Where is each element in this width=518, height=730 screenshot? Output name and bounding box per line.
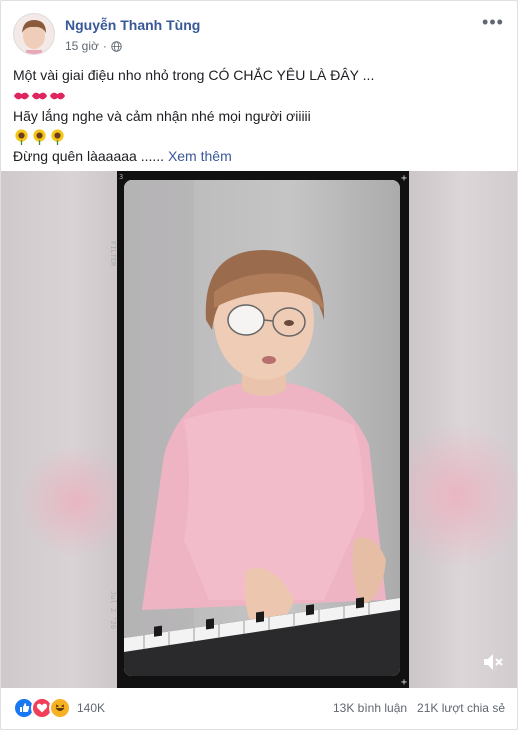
post-meta: 15 giờ · — [65, 39, 122, 53]
sunflower-icon — [51, 128, 64, 145]
post-line-3: Đừng quên làaaaaa ...... Xem thêm — [13, 146, 505, 167]
frame-corner-plus-br: + — [400, 677, 407, 688]
video-player[interactable]: 3 FILTER Jul 2 '20 + + — [1, 171, 517, 688]
video-blur-right — [397, 171, 517, 688]
post-line-2: Hãy lắng nghe và cảm nhận nhé mọi người … — [13, 107, 311, 124]
comments-count[interactable]: 13K bình luận — [333, 701, 407, 715]
sunflower-icon — [15, 128, 28, 145]
video-frame[interactable]: 3 FILTER Jul 2 '20 + + — [109, 171, 409, 688]
author-name[interactable]: Nguyễn Thanh Tùng — [65, 17, 200, 33]
video-blur-left — [1, 171, 131, 688]
post-text: Một vài giai điệu nho nhỏ trong CÓ CHẮC … — [13, 65, 505, 167]
post-footer: 140K 13K bình luận 21K lượt chia sẻ — [13, 697, 505, 719]
post-line-1: Một vài giai điệu nho nhỏ trong CÓ CHẮC … — [13, 67, 375, 83]
reactions-summary[interactable]: 140K — [13, 697, 105, 719]
dot-separator: · — [102, 39, 107, 53]
more-options-icon[interactable]: ••• — [481, 13, 505, 31]
globe-icon — [111, 40, 122, 52]
frame-corner-plus-tr: + — [400, 173, 407, 184]
kiss-emoji-row — [13, 86, 505, 106]
speaker-muted-icon[interactable] — [481, 650, 505, 674]
post-header: Nguyễn Thanh Tùng 15 giờ · ••• — [13, 13, 505, 57]
kiss-mark-icon — [13, 92, 30, 99]
reactions-count[interactable]: 140K — [77, 701, 105, 715]
haha-reaction-icon — [49, 697, 71, 719]
video-content — [124, 180, 400, 676]
frame-mark-side: FILTER — [109, 241, 117, 267]
sunflower-icon — [33, 128, 46, 145]
kiss-mark-icon — [31, 92, 48, 99]
frame-mark-top-left: 3 — [119, 173, 124, 181]
author-avatar[interactable] — [13, 13, 55, 55]
video-still — [124, 180, 400, 676]
engagement-stats: 13K bình luận 21K lượt chia sẻ — [333, 701, 505, 715]
kiss-mark-icon — [49, 92, 66, 99]
see-more-link[interactable]: Xem thêm — [168, 148, 232, 164]
post-time[interactable]: 15 giờ — [65, 39, 99, 53]
shares-count[interactable]: 21K lượt chia sẻ — [417, 701, 505, 715]
frame-mark-date: Jul 2 '20 — [109, 591, 117, 629]
post-line-3-text: Đừng quên làaaaaa ...... — [13, 148, 165, 164]
post-card: Nguyễn Thanh Tùng 15 giờ · ••• Một vài g… — [0, 0, 518, 730]
sunflower-emoji-row — [13, 126, 505, 146]
